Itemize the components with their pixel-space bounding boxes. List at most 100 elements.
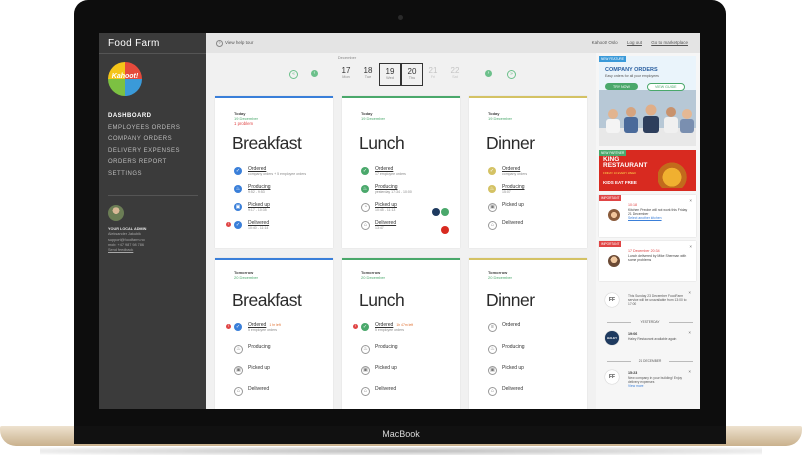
help-tour-label: View help tour (225, 40, 254, 45)
meal-card-today-breakfast[interactable]: Today 19 December 1 problem Breakfast ✓ O… (215, 96, 333, 248)
view-more-link[interactable]: View more (628, 384, 644, 388)
delivered-icon: ⌂ (361, 387, 370, 396)
ad-tag: NEW FEATURE (599, 56, 626, 62)
day-item-selected[interactable]: 19 Wed (379, 63, 401, 86)
select-kitchen-link[interactable]: Select another kitchen (628, 216, 662, 220)
notice-message: Lunch delivered by Mike Sherman with som… (628, 254, 687, 263)
step-producing: ♨ Producing (488, 344, 580, 358)
chef-hat-icon: ♨ (234, 185, 242, 193)
help-icon: ? (216, 40, 223, 47)
meal-color-bar (469, 96, 587, 98)
nav-item-employees-orders[interactable]: EMPLOYEES ORDERS (108, 125, 180, 137)
feed-message: New company in your building! Enjoy deli… (628, 376, 683, 389)
burger-image (658, 161, 693, 188)
app-title: Food Farm (108, 38, 160, 49)
card-date: 20 December (361, 275, 386, 280)
meal-card-tomorrow-lunch[interactable]: Tomorrow 20 December Lunch ! ✓ Ordered 1h 4… (342, 258, 460, 409)
list-icon: ≡ (488, 323, 497, 332)
step-picked-up: ▣ Picked up (361, 365, 453, 379)
meal-title: Dinner (486, 290, 535, 310)
problem-badge[interactable]: 1 problem (234, 121, 253, 126)
admin-name: Aleksander Jakubik (108, 232, 141, 237)
delivered-icon: ⌂ (361, 221, 370, 230)
step-picked-up: ▣ Picked up (488, 202, 580, 216)
step-producing: ♨ Producing 9:52 - 9:53 (234, 184, 271, 194)
feed-time: 19:06 (628, 332, 638, 336)
progress-icon: ◔ (361, 203, 370, 212)
restaurant-logo (440, 221, 449, 239)
camera-icon (398, 15, 403, 20)
nav-item-dashboard[interactable]: DASHBOARD (108, 113, 180, 125)
ad-promo: KIDS EAT FREE (603, 180, 637, 185)
meal-color-bar (342, 258, 460, 260)
feedback-link[interactable]: Send feedback (108, 248, 146, 253)
important-tag: IMPORTANT (599, 241, 622, 247)
notice-card: IMPORTANT × 17 December 20:34 Lunch deli… (599, 241, 696, 281)
box-icon: ▣ (361, 366, 370, 375)
date-separator: YESTERDAY (607, 320, 693, 324)
chef-hat-icon: ♨ (488, 185, 496, 193)
chef-hat-icon: ♨ (361, 345, 370, 354)
close-icon[interactable]: × (688, 369, 691, 374)
logo-text: Kahoot! (111, 73, 139, 80)
meal-title: Breakfast (232, 133, 302, 153)
kitchen-avatar (608, 209, 620, 221)
nav-item-delivery-expenses[interactable]: DELIVERY EXPENSES (108, 148, 180, 160)
check-icon: ✓ (361, 323, 369, 331)
close-icon[interactable]: × (688, 330, 691, 335)
nav-item-settings[interactable]: SETTINGS (108, 171, 180, 183)
delivered-icon: ⌂ (488, 221, 497, 230)
day-item[interactable]: 21 Fri (423, 66, 443, 79)
day-item[interactable]: 17 Mon (336, 66, 356, 79)
driver-logos (431, 203, 449, 221)
nav-item-orders-report[interactable]: ORDERS REPORT (108, 159, 180, 171)
meal-color-bar (215, 258, 333, 260)
app-screen: Food Farm Kahoot! DASHBOARD EMPLOYEES OR… (99, 33, 700, 409)
meal-card-today-lunch[interactable]: Today 19 December Lunch ✓ Ordered 17 emplo… (342, 96, 460, 248)
next-day-icon[interactable]: › (485, 70, 492, 77)
close-icon[interactable]: × (688, 290, 691, 295)
ad-subtitle: FRIDAY 10 EVERY WEEK (603, 171, 637, 175)
company-orders-ad[interactable]: NEW FEATURE COMPANY ORDERS Easy orders f… (599, 56, 696, 146)
box-icon: ▣ (488, 203, 497, 212)
step-delivered: ! ✓ Delivered 10:40 - 11:14 (226, 220, 270, 230)
chef-hat-icon: ♨ (234, 345, 243, 354)
meal-title: Dinner (486, 133, 535, 153)
meal-card-tomorrow-dinner[interactable]: Tomorrow 20 December Dinner ≡ Ordered ♨ Pr… (469, 258, 587, 409)
day-item-selected[interactable]: 20 Thu (401, 63, 423, 86)
meal-card-tomorrow-breakfast[interactable]: Tomorrow 20 December Breakfast ! ✓ Ordered… (215, 258, 333, 409)
notice-message: Kitchen Preobe will not work this Friday… (628, 208, 688, 221)
alert-icon: ! (226, 324, 231, 329)
delivered-icon: ✓ (234, 221, 242, 229)
view-guide-button[interactable]: VIEW GUIDE (647, 83, 685, 91)
divider (99, 53, 206, 54)
notifications-panel: NEW FEATURE COMPANY ORDERS Easy orders f… (596, 53, 700, 409)
chef-hat-icon: ♨ (488, 345, 497, 354)
sidebar-nav: DASHBOARD EMPLOYEES ORDERS COMPANY ORDER… (108, 113, 180, 182)
step-delivered: ⌂ Delivered (488, 386, 580, 400)
important-tag: IMPORTANT (599, 195, 622, 201)
step-delivered: ⌂ Delivered (488, 220, 580, 234)
prev-day-icon[interactable]: ‹ (311, 70, 318, 77)
next-week-icon[interactable]: » (507, 70, 516, 79)
king-restaurant-ad[interactable]: NEW PARTNER KING RESTAURANT FRIDAY 10 EVE… (599, 150, 696, 191)
close-icon[interactable]: × (689, 244, 692, 249)
try-now-button[interactable]: TRY NOW (605, 83, 638, 90)
day-item[interactable]: 18 Tue (358, 66, 378, 79)
feed-message: This Sunday 23 December FoodFarm service… (628, 294, 687, 307)
marketplace-link[interactable]: Go to marketplace (651, 40, 688, 45)
close-icon[interactable]: × (689, 198, 692, 203)
prev-week-icon[interactable]: « (289, 70, 298, 79)
step-delivered: ⌂ Delivered (361, 386, 453, 400)
help-tour-link[interactable]: ? View help tour (216, 40, 253, 47)
day-item[interactable]: 22 Sat (445, 66, 465, 79)
logout-link[interactable]: Log out (627, 40, 642, 45)
step-ordered: ✓ Ordered company orders (488, 166, 528, 176)
check-icon: ✓ (488, 167, 496, 175)
nav-item-company-orders[interactable]: COMPANY ORDERS (108, 136, 180, 148)
meal-card-today-dinner[interactable]: Today 19 December Dinner ✓ Ordered company… (469, 96, 587, 248)
feed-time: 15:23 (628, 371, 638, 375)
box-icon: ▣ (234, 366, 243, 375)
step-ordered: ✓ Ordered 17 employee orders (361, 166, 406, 176)
chef-hat-icon: ♨ (361, 185, 369, 193)
